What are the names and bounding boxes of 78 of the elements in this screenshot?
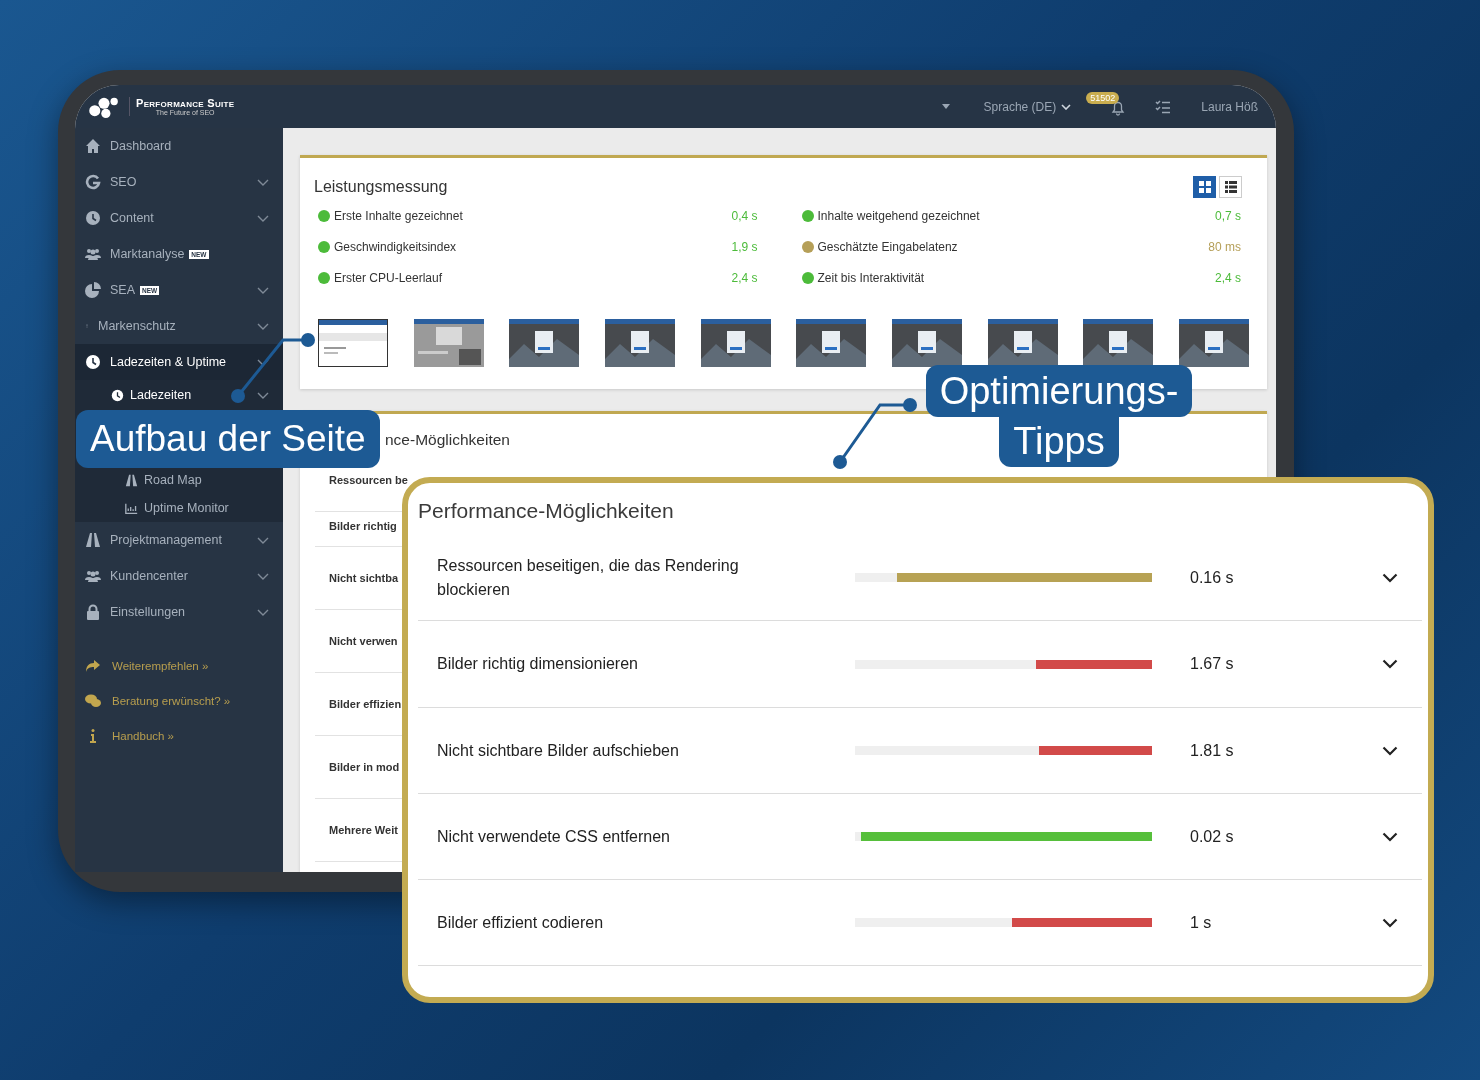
sidebar-item[interactable]: SEO <box>75 164 283 200</box>
opportunity-label[interactable]: Ressourcen be <box>329 474 408 486</box>
opportunity-label[interactable]: Mehrere Weit <box>329 824 398 836</box>
sidebar-link[interactable]: Handbuch » <box>75 718 283 753</box>
sidebar-item[interactable]: Markenschutz <box>75 308 283 344</box>
letter-g-icon <box>85 174 101 190</box>
metric-label: Erster CPU-Leerlauf <box>334 271 443 285</box>
opportunity-label: Ressourcen beseitigen, die das Rendering blockieren <box>437 556 739 598</box>
grid-view-button[interactable] <box>1193 176 1216 198</box>
sidebar-item[interactable]: Einstellungen <box>75 594 283 630</box>
road-icon <box>125 473 138 487</box>
opportunity-label[interactable]: Bilder effizien <box>329 698 402 710</box>
people-icon <box>85 568 101 584</box>
metric-label: Geschätzte Eingabelatenz <box>817 240 958 254</box>
callout-label: Aufbau der Seite <box>76 410 380 468</box>
sidebar-item[interactable]: Kundencenter <box>75 558 283 594</box>
road-icon <box>85 532 101 548</box>
home-icon <box>85 138 101 154</box>
chevron-down-icon[interactable] <box>1382 831 1398 842</box>
savings-value: 1.67 s <box>1190 655 1234 672</box>
metric-value: 1,9 s <box>731 240 758 254</box>
opportunity-label: Nicht verwendete CSS entfernen <box>437 827 670 845</box>
metric-value: 2,4 s <box>1215 271 1241 285</box>
metric-label: Zeit bis Interaktivität <box>817 271 925 285</box>
clock-icon <box>85 354 101 370</box>
opportunity-label: Bilder effizient codieren <box>437 913 604 931</box>
savings-value: 0.16 s <box>1190 568 1234 586</box>
user-name[interactable]: Laura Höß <box>1201 99 1258 114</box>
opportunity-label[interactable]: Nicht verwen <box>329 635 398 647</box>
popup-title: Performance-Möglichkeiten <box>418 498 675 524</box>
submenu-item[interactable]: Uptime Monitor <box>75 494 283 522</box>
metric-value: 2,4 s <box>731 271 758 285</box>
savings-value: 0.02 s <box>1190 827 1234 845</box>
opportunity-label: Bilder richtig dimensionieren <box>437 655 638 672</box>
chevron-down-icon[interactable] <box>1382 572 1398 583</box>
chat-bubbles-icon <box>85 692 101 709</box>
lock-icon <box>85 604 101 620</box>
bell-icon[interactable] <box>1111 99 1126 116</box>
chevron-down-icon[interactable] <box>1382 745 1398 756</box>
metric-value: 0,4 s <box>731 209 758 223</box>
metric-value: 80 ms <box>1208 240 1241 254</box>
callout-label: Optimierungs- <box>925 365 1193 417</box>
submenu-item[interactable]: Road Map <box>75 466 283 494</box>
metric-value: 0,7 s <box>1215 209 1241 223</box>
sidebar-link[interactable]: Beratung erwünscht? » <box>75 683 283 718</box>
brand-name: Performance Suite <box>136 97 235 109</box>
people-icon <box>85 246 101 262</box>
sidebar-item[interactable]: Projektmanagement <box>75 522 283 558</box>
language-selector[interactable]: Sprache (DE) <box>983 99 1057 114</box>
sidebar-item[interactable]: Dashboard <box>75 128 283 164</box>
caret-down-icon[interactable] <box>941 104 950 109</box>
checklist-icon[interactable] <box>1155 99 1172 114</box>
opportunity-label[interactable]: Bilder in mod <box>329 761 400 773</box>
metric-label: Geschwindigkeitsindex <box>334 240 457 254</box>
metric-label: Inhalte weitgehend gezeichnet <box>817 209 980 223</box>
share-arrow-icon <box>85 657 101 674</box>
list-view-button[interactable] <box>1219 176 1242 198</box>
chevron-down-icon[interactable] <box>1382 917 1398 928</box>
savings-value: 1 s <box>1190 913 1212 931</box>
sidebar-link[interactable]: Weiterempfehlen » <box>75 648 283 683</box>
callout-label: Tipps <box>999 415 1119 467</box>
sidebar-item[interactable]: Content <box>75 200 283 236</box>
card-title: Leistungsmessung <box>314 178 448 196</box>
list-icon <box>1224 181 1237 193</box>
opportunity-label[interactable]: Bilder richtig <box>329 520 397 532</box>
clock-icon <box>85 210 101 226</box>
notification-badge: 51502 <box>1086 91 1120 104</box>
card-title: nce-Möglichkeiten <box>385 431 510 449</box>
grid-icon <box>1198 181 1211 193</box>
chevron-down-icon[interactable] <box>1382 659 1398 669</box>
savings-value: 1.81 s <box>1190 741 1234 759</box>
opportunity-label[interactable]: Nicht sichtba <box>329 572 399 584</box>
pie-icon <box>85 282 101 298</box>
opportunity-label: Nicht sichtbare Bilder aufschieben <box>437 741 679 759</box>
metric-label: Erste Inhalte gezeichnet <box>334 209 463 223</box>
sidebar-item[interactable]: Ladezeiten & Uptime <box>75 344 283 380</box>
clock-icon <box>111 388 124 402</box>
chart-icon <box>125 501 138 515</box>
